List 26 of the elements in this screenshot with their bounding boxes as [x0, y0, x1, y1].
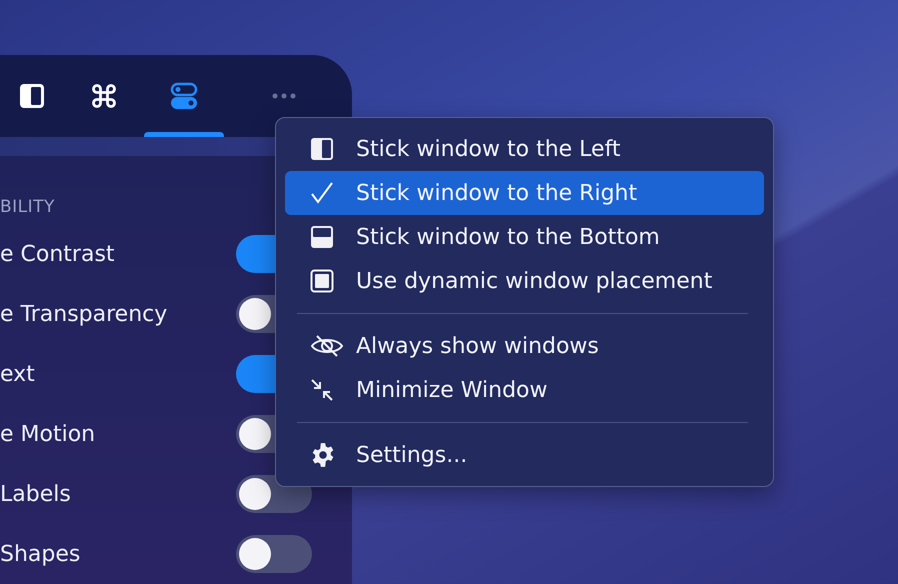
setting-label: Shapes: [0, 542, 82, 566]
menu-item[interactable]: Stick window to the Right: [285, 171, 764, 215]
setting-label: e Transparency: [0, 302, 168, 326]
bottom-panel-icon: [310, 225, 334, 249]
menu-item[interactable]: Minimize Window: [285, 368, 764, 412]
command-icon: [90, 82, 118, 110]
setting-label: Labels: [0, 482, 72, 506]
toggle-switch[interactable]: [236, 535, 312, 573]
menu-item[interactable]: Always show windows: [285, 324, 764, 368]
section-title: BILITY: [0, 196, 56, 219]
minimize-icon: [310, 378, 334, 402]
toggles-icon: [170, 82, 198, 110]
sidebar-icon: [310, 137, 334, 161]
square-icon: [310, 269, 334, 293]
setting-label: ext: [0, 362, 36, 386]
settings-icon: [310, 442, 336, 468]
menu-item[interactable]: Stick window to the Left: [285, 127, 764, 171]
setting-label: e Contrast: [0, 242, 116, 266]
checkmark-icon: [310, 181, 334, 205]
setting-label: e Motion: [0, 422, 96, 446]
sidebar-icon: [19, 83, 45, 110]
menu-item[interactable]: Settings...: [285, 433, 764, 477]
menu-item[interactable]: Use dynamic window placement: [285, 259, 764, 303]
menu-item[interactable]: Stick window to the Bottom: [285, 215, 764, 259]
more-icon: [272, 93, 296, 100]
eye-slash-icon: [310, 334, 344, 358]
